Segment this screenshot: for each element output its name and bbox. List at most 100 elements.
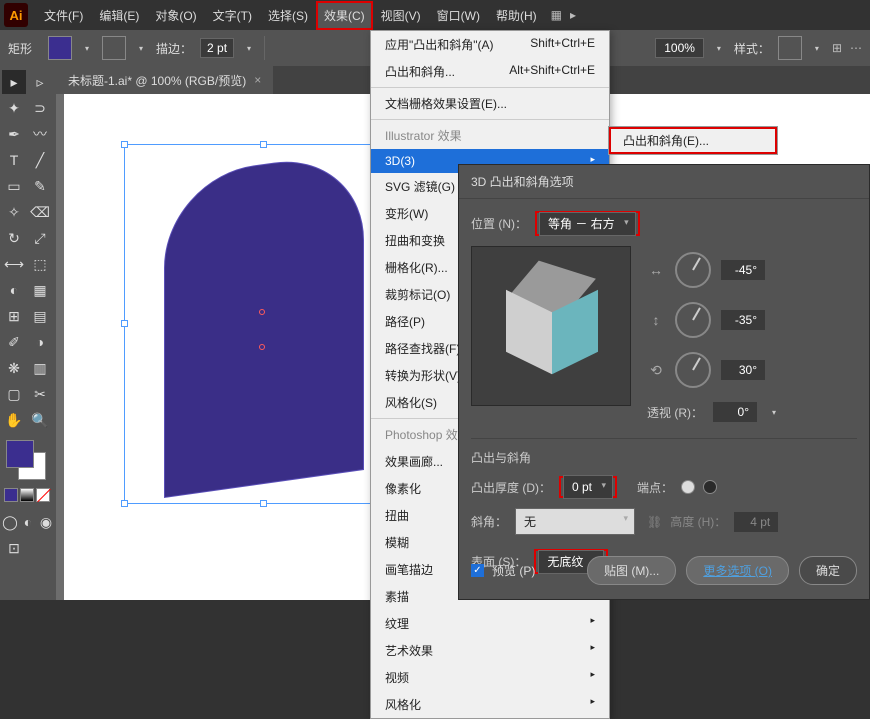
- mesh-tool[interactable]: ⊞: [2, 304, 26, 328]
- graph-tool[interactable]: ▥: [28, 356, 52, 380]
- x-dial[interactable]: [675, 252, 711, 288]
- menu-effect[interactable]: 效果(C): [316, 1, 373, 30]
- hand-tool[interactable]: ✋: [2, 408, 26, 432]
- width-tool[interactable]: ⟷: [2, 252, 26, 276]
- perspective-value[interactable]: 0°: [713, 402, 757, 422]
- more-options-button[interactable]: 更多选项 (O): [686, 556, 789, 585]
- shape-builder-tool[interactable]: ◐: [2, 278, 26, 302]
- draw-mode-inside[interactable]: ◉: [38, 510, 54, 534]
- stroke-swatch[interactable]: [102, 36, 126, 60]
- zoom-value[interactable]: 100%: [655, 38, 704, 58]
- arrow-icon[interactable]: ▸: [570, 8, 576, 22]
- bevel-select[interactable]: 无: [515, 508, 635, 535]
- mini-swatch-gradient[interactable]: [20, 488, 34, 502]
- slice-tool[interactable]: ✂: [28, 382, 52, 406]
- menu-window[interactable]: 窗口(W): [429, 1, 488, 30]
- lasso-tool[interactable]: ⊃: [28, 96, 52, 120]
- rotate-x-icon: ↔: [647, 261, 665, 279]
- eraser-tool[interactable]: ⌫: [28, 200, 52, 224]
- cap-on-radio[interactable]: [681, 480, 695, 494]
- document-tab[interactable]: 未标题-1.ai* @ 100% (RGB/预览) ×: [56, 66, 273, 94]
- 3d-preview[interactable]: [471, 246, 631, 406]
- rect-tool[interactable]: ▭: [2, 174, 26, 198]
- grid-icon[interactable]: ▦: [551, 8, 562, 22]
- tab-close-icon[interactable]: ×: [254, 73, 261, 87]
- position-select[interactable]: 等角 － 右方: [539, 212, 636, 236]
- curvature-tool[interactable]: 〰: [28, 122, 52, 146]
- screen-mode[interactable]: ⊡: [2, 536, 26, 560]
- bevel-label: 斜角：: [471, 513, 507, 530]
- direct-select-tool[interactable]: ▹: [28, 70, 52, 94]
- fill-swatch[interactable]: [48, 36, 72, 60]
- submenu-extrude[interactable]: 凸出和斜角(E)...: [609, 127, 777, 154]
- stroke-value[interactable]: 2 pt: [200, 38, 234, 58]
- app-logo: Ai: [4, 3, 28, 27]
- draw-mode-normal[interactable]: ◯: [2, 510, 18, 534]
- menu-stylize2[interactable]: 风格化▸: [371, 691, 609, 718]
- rotate-tool[interactable]: ↻: [2, 226, 26, 250]
- blend-tool[interactable]: ◑: [28, 330, 52, 354]
- menu-texture[interactable]: 纹理▸: [371, 610, 609, 637]
- depth-label: 凸出厚度 (D)：: [471, 479, 551, 496]
- shaper-tool[interactable]: ✧: [2, 200, 26, 224]
- z-dial[interactable]: [675, 352, 711, 388]
- height-label: 高度 (H)：: [670, 513, 726, 530]
- stroke-stepper-icon[interactable]: ▾: [242, 41, 256, 55]
- anchor-point[interactable]: [259, 309, 265, 315]
- doc-setup-icon[interactable]: ⊞: [832, 41, 842, 55]
- scale-tool[interactable]: ⤢: [28, 226, 52, 250]
- y-angle[interactable]: -35°: [721, 310, 765, 330]
- gradient-tool[interactable]: ▤: [28, 304, 52, 328]
- line-tool[interactable]: ╱: [28, 148, 52, 172]
- pen-tool[interactable]: ✒: [2, 122, 26, 146]
- depth-value[interactable]: 0 pt: [563, 475, 613, 499]
- menu-file[interactable]: 文件(F): [36, 1, 91, 30]
- menu-object[interactable]: 对象(O): [147, 1, 204, 30]
- fill-dropdown-icon[interactable]: ▾: [80, 41, 94, 55]
- wand-tool[interactable]: ✦: [2, 96, 26, 120]
- brush-tool[interactable]: ✎: [28, 174, 52, 198]
- free-transform-tool[interactable]: ⬚: [28, 252, 52, 276]
- menu-doc-raster[interactable]: 文档栅格效果设置(E)...: [371, 90, 609, 117]
- link-icon[interactable]: ⛓: [647, 515, 662, 529]
- section-extrude: 凸出与斜角: [471, 438, 857, 466]
- toolbox: ▸▹ ✦⊃ ✒〰 T╱ ▭✎ ✧⌫ ↻⤢ ⟷⬚ ◐▦ ⊞▤ ✐◑ ❋▥ ▢✂ ✋…: [0, 66, 56, 600]
- map-button[interactable]: 贴图 (M)...: [587, 556, 676, 585]
- preview-checkbox[interactable]: ✓: [471, 564, 484, 577]
- menu-help[interactable]: 帮助(H): [488, 1, 545, 30]
- selection-tool[interactable]: ▸: [2, 70, 26, 94]
- style-swatch[interactable]: [778, 36, 802, 60]
- tab-title: 未标题-1.ai* @ 100% (RGB/预览): [68, 72, 246, 89]
- color-picker[interactable]: [2, 438, 54, 482]
- menu-apply-effect[interactable]: 应用"凸出和斜角"(A)Shift+Ctrl+E: [371, 31, 609, 58]
- type-tool[interactable]: T: [2, 148, 26, 172]
- menu-artistic[interactable]: 艺术效果▸: [371, 637, 609, 664]
- zoom-tool[interactable]: 🔍: [28, 408, 52, 432]
- z-angle[interactable]: 30°: [721, 360, 765, 380]
- y-dial[interactable]: [675, 302, 711, 338]
- anchor-point[interactable]: [259, 344, 265, 350]
- zoom-dropdown-icon[interactable]: ▾: [712, 41, 726, 55]
- cap-off-radio[interactable]: [703, 480, 717, 494]
- stroke-dropdown-icon[interactable]: ▾: [134, 41, 148, 55]
- dialog-title: 3D 凸出和斜角选项: [459, 165, 869, 199]
- menu-last-effect[interactable]: 凸出和斜角...Alt+Shift+Ctrl+E: [371, 58, 609, 85]
- prefs-icon[interactable]: ⋯: [850, 41, 862, 55]
- perspective-tool[interactable]: ▦: [28, 278, 52, 302]
- fg-color-swatch[interactable]: [6, 440, 34, 468]
- symbol-tool[interactable]: ❋: [2, 356, 26, 380]
- eyedropper-tool[interactable]: ✐: [2, 330, 26, 354]
- x-angle[interactable]: -45°: [721, 260, 765, 280]
- mini-swatch-none[interactable]: [36, 488, 50, 502]
- menu-select[interactable]: 选择(S): [260, 1, 316, 30]
- menu-edit[interactable]: 编辑(E): [91, 1, 147, 30]
- menu-type[interactable]: 文字(T): [205, 1, 260, 30]
- mini-swatch-fill[interactable]: [4, 488, 18, 502]
- artwork-selection[interactable]: [124, 144, 404, 504]
- menu-view[interactable]: 视图(V): [373, 1, 429, 30]
- cap-label: 端点：: [637, 479, 673, 496]
- draw-mode-behind[interactable]: ◐: [20, 510, 36, 534]
- menu-video[interactable]: 视频▸: [371, 664, 609, 691]
- artboard-tool[interactable]: ▢: [2, 382, 26, 406]
- ok-button[interactable]: 确定: [799, 556, 857, 585]
